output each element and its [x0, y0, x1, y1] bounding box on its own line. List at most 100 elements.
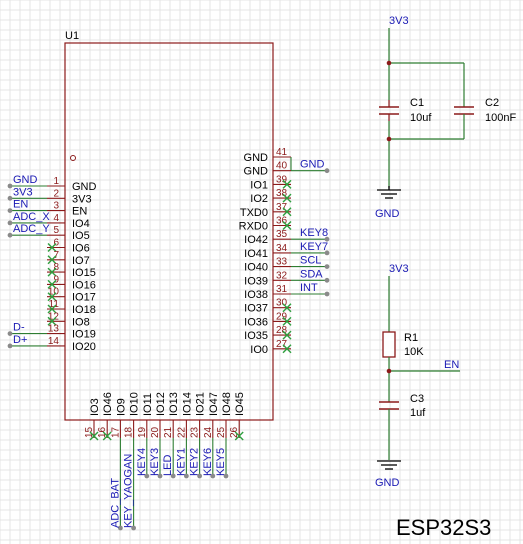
- net-label: D+: [13, 334, 27, 346]
- net-label: LED: [162, 455, 174, 476]
- net-label: ADC_Y: [13, 223, 50, 235]
- net-terminal-dot: [7, 183, 13, 189]
- c3-ref: C3: [410, 393, 424, 405]
- pin-number: 6: [53, 238, 59, 249]
- pin-name: IO48: [221, 392, 233, 416]
- net-terminal-dot: [324, 291, 330, 297]
- pin-number: 10: [48, 287, 60, 298]
- pin-name: GND: [244, 166, 269, 178]
- pin-name: IO14: [181, 392, 193, 416]
- pin-name: IO4: [72, 218, 90, 230]
- net-label: KEY1: [175, 448, 187, 476]
- c2-value: 100nF: [485, 112, 516, 124]
- pin-name: IO41: [244, 248, 268, 260]
- net-label: KEY_YAOGAN: [123, 454, 135, 528]
- junction-dot: [386, 136, 392, 142]
- pin-name: IO40: [244, 262, 268, 274]
- pin-name: IO15: [72, 267, 96, 279]
- r1-ref: R1: [404, 332, 418, 344]
- pin-name: IO9: [115, 398, 127, 416]
- pin-number: 7: [53, 250, 59, 261]
- pin-name: IO8: [72, 316, 90, 328]
- pin-name: EN: [72, 206, 87, 218]
- r1-body: [382, 331, 396, 358]
- pin-number: 12: [48, 311, 60, 322]
- pin-number: 41: [276, 147, 288, 158]
- net-label: ADC_X: [13, 211, 50, 223]
- net-label: KEY4: [136, 448, 148, 476]
- pin-number: 24: [203, 426, 214, 438]
- net-terminal-dot: [324, 168, 330, 174]
- net-label: EN: [13, 199, 28, 211]
- pin-number: 2: [53, 188, 59, 199]
- net-label: KEY6: [202, 448, 214, 476]
- net-label: D-: [13, 322, 25, 334]
- pin-number: 4: [53, 213, 59, 224]
- pin-number: 13: [48, 324, 60, 335]
- pin-number: 32: [276, 270, 288, 281]
- power-supply-label: 3V3: [389, 15, 409, 27]
- pin-number: 3: [53, 201, 59, 212]
- power-decoupling-circuit[interactable]: 3V3 C1 10uf C2 100nF GND: [375, 15, 516, 220]
- pin-name: IO2: [250, 193, 268, 205]
- pin-name: IO1: [250, 179, 268, 191]
- power-ground-label: GND: [375, 208, 400, 220]
- pin-number: 17: [110, 426, 121, 438]
- pin-number: 21: [163, 426, 174, 438]
- reset-rc-circuit[interactable]: 3V3 R1 10K EN C3 1uf GND: [375, 263, 460, 489]
- pin-name: IO13: [168, 392, 180, 416]
- net-terminal-dot: [7, 195, 13, 201]
- net-terminal-dot: [7, 331, 13, 336]
- pin-name: IO42: [244, 234, 268, 246]
- pin-name: IO6: [72, 243, 90, 255]
- pin-number: 40: [276, 161, 288, 172]
- c1-value: 10uf: [410, 112, 432, 124]
- pin-name: IO3: [89, 398, 101, 416]
- pin-number: 34: [276, 243, 288, 254]
- c1-ref: C1: [410, 97, 424, 109]
- junction-dot: [386, 368, 392, 374]
- pin-name: IO21: [195, 392, 207, 416]
- pin-name: IO16: [72, 279, 96, 291]
- net-terminal-dot: [7, 343, 13, 349]
- pin-number: 9: [53, 274, 59, 285]
- net-terminal-dot: [324, 277, 330, 283]
- pin-number: 35: [276, 229, 288, 240]
- pin-name: IO11: [142, 393, 154, 416]
- net-label: KEY2: [189, 448, 201, 476]
- pin-number: 8: [53, 262, 59, 273]
- net-terminal-dot: [7, 220, 13, 226]
- pin-number: 31: [276, 284, 288, 295]
- pin-number: 18: [124, 426, 135, 438]
- module-ref: U1: [65, 30, 79, 42]
- reset-supply-label: 3V3: [389, 263, 409, 275]
- right-pin-group: 41GND40GNDGND39IO138IO237TXD036RXD035IO4…: [239, 147, 330, 356]
- net-label: GND: [300, 159, 325, 171]
- pin-number: 1: [53, 176, 59, 187]
- pin-number: 23: [190, 426, 201, 438]
- schematic-title: ESP32S3: [396, 515, 491, 540]
- reset-ground-label: GND: [375, 477, 400, 489]
- ground-symbol: [377, 186, 401, 199]
- net-label: GND: [13, 174, 38, 186]
- pin-name: IO36: [244, 316, 268, 328]
- pin-name: IO39: [244, 275, 268, 287]
- net-label: SDA: [300, 268, 323, 280]
- pin-name: GND: [244, 152, 269, 164]
- pin-number: 22: [176, 426, 187, 438]
- pin-name: IO38: [244, 289, 268, 301]
- junction-dot: [386, 60, 392, 66]
- pin-number: 25: [216, 426, 227, 438]
- pin-number: 19: [137, 426, 148, 438]
- net-label: SCL: [300, 255, 321, 267]
- pin-name: IO19: [72, 329, 96, 341]
- pin-name: IO47: [208, 392, 220, 416]
- pin-name: IO7: [72, 255, 90, 267]
- pin-name: TXD0: [240, 207, 268, 219]
- c3-value: 1uf: [410, 407, 426, 419]
- pin-number: 11: [49, 299, 60, 310]
- net-label: KEY7: [300, 241, 328, 253]
- net-label: 3V3: [13, 186, 33, 198]
- pin-name: IO18: [72, 304, 96, 316]
- net-label: KEY3: [149, 448, 161, 476]
